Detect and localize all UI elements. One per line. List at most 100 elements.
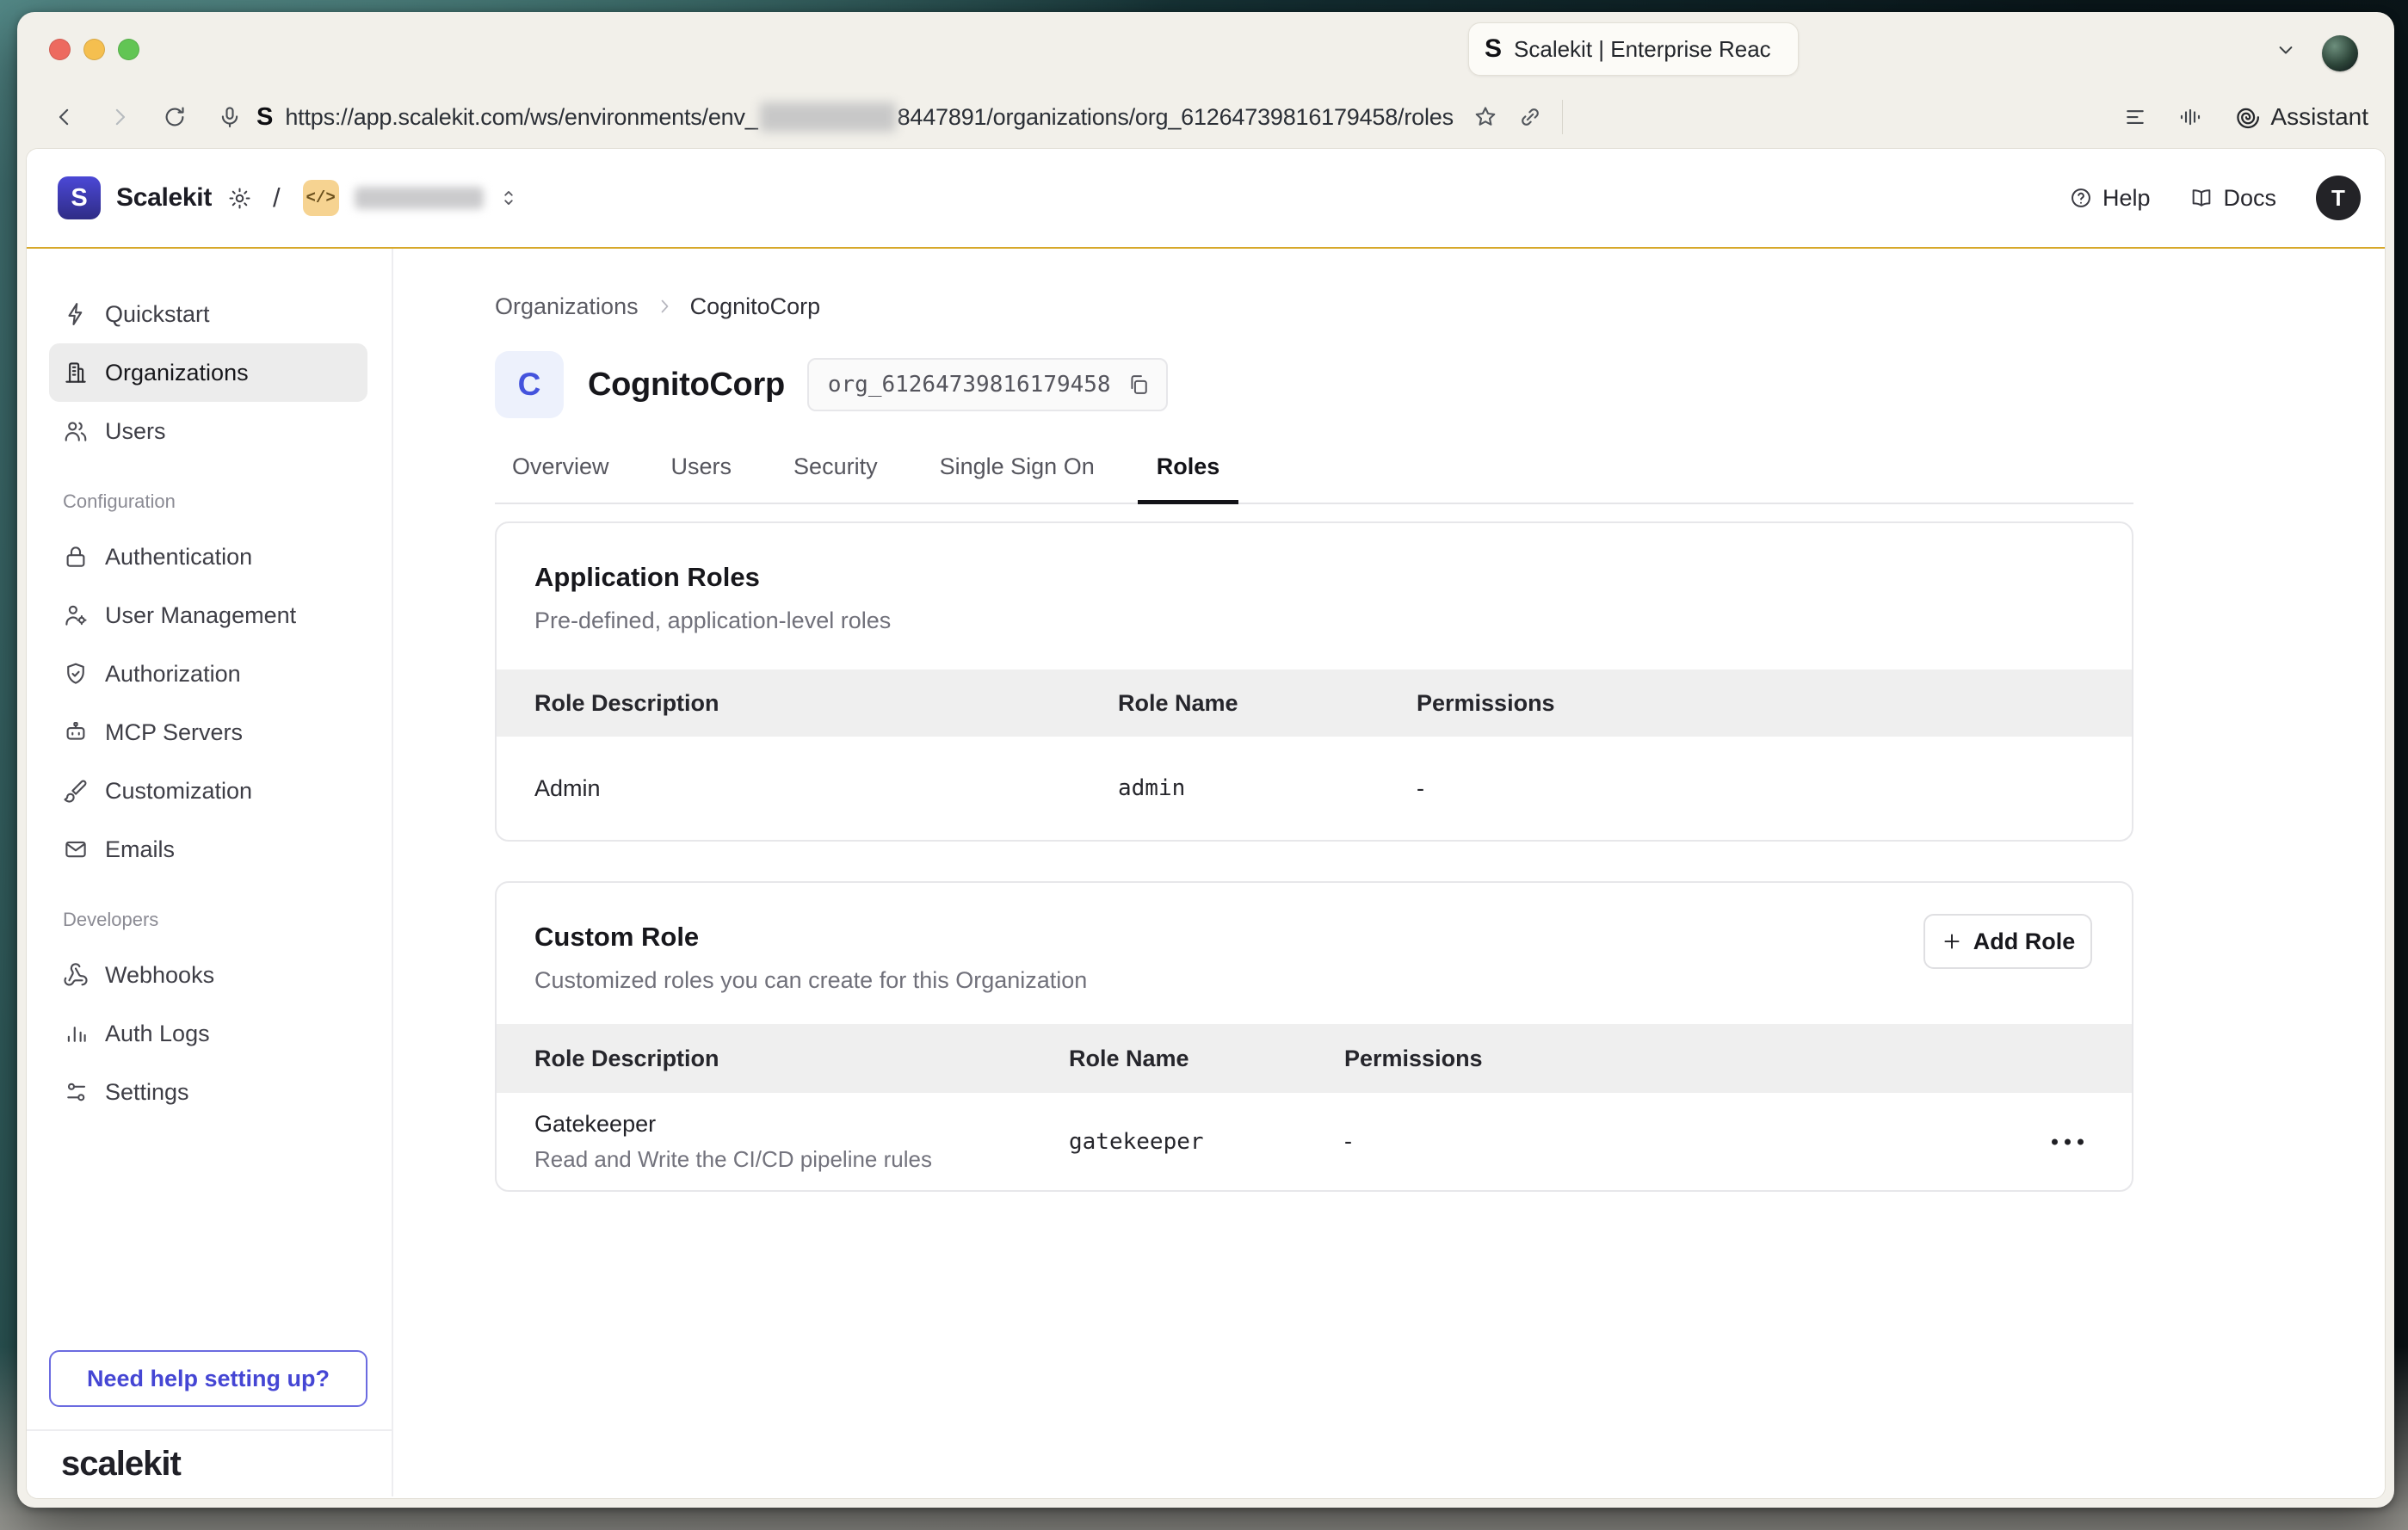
sidebar-item-label: Authorization (105, 661, 241, 688)
reading-list-icon[interactable] (2122, 104, 2148, 130)
scalekit-wordmark: scalekit (61, 1445, 181, 1484)
address-bar[interactable]: https://app.scalekit.com/ws/environments… (285, 102, 1454, 132)
row-menu-ellipsis-icon[interactable] (2052, 1138, 2084, 1144)
tab-single-sign-on[interactable]: Single Sign On (940, 453, 1095, 503)
copy-link-icon[interactable] (1517, 104, 1543, 130)
sidebar-item-authorization[interactable]: Authorization (49, 645, 367, 703)
tab-overview[interactable]: Overview (512, 453, 609, 503)
assistant-spiral-icon (2232, 103, 2260, 131)
sidebar-item-quickstart[interactable]: Quickstart (49, 285, 367, 343)
url-suffix: 8447891/organizations/org_61264739816179… (898, 104, 1454, 131)
environment-badge: </> (303, 180, 339, 216)
app-header: S Scalekit / </> Help Docs T (27, 149, 2385, 249)
workspace-settings-gear-icon[interactable] (227, 186, 252, 211)
tab-users[interactable]: Users (671, 453, 732, 503)
docs-label: Docs (2223, 185, 2276, 212)
add-role-button[interactable]: Add Role (1923, 914, 2092, 969)
shield-check-icon (63, 661, 89, 687)
sidebar-item-users[interactable]: Users (49, 402, 367, 460)
sidebar-item-organizations[interactable]: Organizations (49, 343, 367, 402)
application-roles-subtitle: Pre-defined, application-level roles (534, 606, 2094, 635)
custom-roles-subtitle: Customized roles you can create for this… (534, 966, 2094, 995)
scalekit-logo[interactable]: S (58, 176, 101, 219)
microphone-icon[interactable] (217, 104, 243, 130)
help-button[interactable]: Help (2069, 185, 2151, 212)
role-description-cell: Gatekeeper (534, 1111, 1069, 1138)
table-header: Role Description Role Name Permissions (497, 669, 2132, 737)
help-label: Help (2102, 185, 2151, 212)
webhook-icon (63, 962, 89, 988)
column-permissions: Permissions (1344, 1046, 2132, 1072)
zap-icon (63, 301, 89, 327)
column-permissions: Permissions (1417, 690, 2132, 717)
table-row: Admin admin - (497, 737, 2132, 840)
need-help-button[interactable]: Need help setting up? (49, 1350, 367, 1407)
sidebar-section-configuration: Configuration (63, 476, 392, 527)
sidebar-item-label: Users (105, 418, 166, 445)
org-avatar: C (495, 351, 564, 418)
help-circle-icon (2069, 186, 2093, 210)
breadcrumb-current: CognitoCorp (690, 293, 821, 320)
url-favicon-icon: S (256, 103, 273, 132)
tab-title: Scalekit | Enterprise Reac (1514, 36, 1771, 63)
sidebar-item-user-management[interactable]: User Management (49, 586, 367, 645)
sliders-icon (63, 1079, 89, 1105)
tab-security[interactable]: Security (793, 453, 878, 503)
breadcrumb-organizations[interactable]: Organizations (495, 293, 639, 320)
building-icon (63, 360, 89, 386)
sidebar-item-authentication[interactable]: Authentication (49, 527, 367, 586)
forward-icon[interactable] (107, 104, 133, 130)
close-window-button[interactable] (49, 39, 71, 60)
role-description-cell: Admin (534, 775, 1118, 802)
sidebar-item-emails[interactable]: Emails (49, 820, 367, 879)
tab-roles[interactable]: Roles (1157, 453, 1220, 503)
reload-icon[interactable] (162, 104, 188, 130)
envelope-icon (63, 836, 89, 862)
breadcrumb: Organizations CognitoCorp (495, 292, 2385, 321)
browser-tab-strip: S Scalekit | Enterprise Reac (17, 12, 2394, 86)
zoom-window-button[interactable] (118, 39, 139, 60)
assistant-button[interactable]: Assistant (2232, 103, 2368, 131)
sidebar-footer: scalekit (27, 1429, 392, 1496)
browser-toolbar: S https://app.scalekit.com/ws/environmen… (17, 86, 2394, 148)
custom-roles-title: Custom Role (534, 921, 2094, 953)
column-role-name: Role Name (1118, 690, 1417, 717)
chevron-right-icon (654, 296, 675, 317)
robot-icon (63, 719, 89, 745)
custom-roles-card: Custom Role Customized roles you can cre… (495, 881, 2133, 1192)
book-icon (2189, 186, 2214, 210)
environment-selector-chevrons-icon[interactable] (497, 187, 520, 209)
bookmark-star-icon[interactable] (1473, 104, 1498, 130)
back-icon[interactable] (52, 104, 77, 130)
voice-waveform-icon[interactable] (2177, 104, 2203, 130)
permissions-cell: - (1344, 1128, 2132, 1155)
minimize-window-button[interactable] (83, 39, 105, 60)
browser-tab[interactable]: S Scalekit | Enterprise Reac (1468, 22, 1799, 76)
url-redacted-segment (760, 102, 896, 132)
sidebar-item-label: Settings (105, 1079, 189, 1106)
user-avatar[interactable]: T (2316, 176, 2361, 220)
copy-icon[interactable] (1127, 373, 1151, 397)
org-id-chip: org_61264739816179458 (807, 358, 1168, 411)
application-roles-title: Application Roles (534, 561, 2094, 594)
sidebar-item-customization[interactable]: Customization (49, 762, 367, 820)
org-id: org_61264739816179458 (828, 372, 1111, 398)
brand-name: Scalekit (116, 183, 212, 213)
breadcrumb-slash: / (273, 182, 281, 213)
org-tabs: Overview Users Security Single Sign On R… (495, 453, 2133, 504)
sidebar-item-auth-logs[interactable]: Auth Logs (49, 1004, 367, 1063)
browser-profile-avatar[interactable] (2322, 35, 2358, 71)
sidebar-item-label: User Management (105, 602, 296, 629)
tab-list-chevron-down-icon[interactable] (2274, 38, 2298, 62)
docs-button[interactable]: Docs (2189, 185, 2276, 212)
sidebar-item-label: MCP Servers (105, 719, 243, 746)
sidebar-item-webhooks[interactable]: Webhooks (49, 946, 367, 1004)
url-prefix: https://app.scalekit.com/ws/environments… (285, 104, 757, 131)
role-name-cell: gatekeeper (1069, 1129, 1344, 1155)
org-title-row: C CognitoCorp org_61264739816179458 (495, 350, 2385, 419)
sidebar-item-mcp-servers[interactable]: MCP Servers (49, 703, 367, 762)
sidebar-item-settings[interactable]: Settings (49, 1063, 367, 1121)
column-role-description: Role Description (534, 1046, 1069, 1072)
browser-window: S Scalekit | Enterprise Reac S https://a… (17, 12, 2394, 1508)
environment-name-redacted (355, 187, 484, 209)
